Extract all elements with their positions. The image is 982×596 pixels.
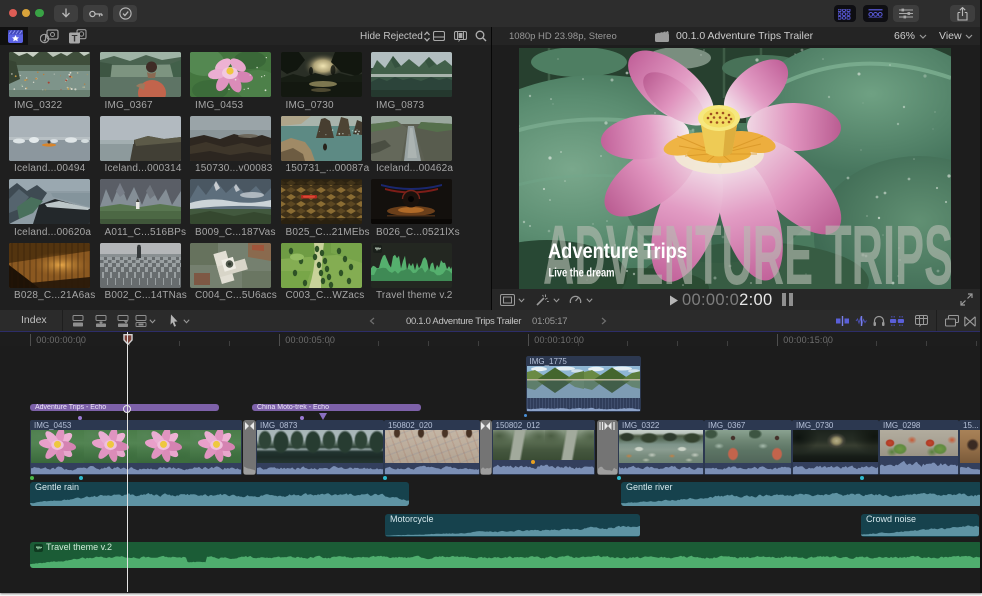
svg-text:Live the dream: Live the dream — [549, 266, 615, 280]
svg-text:Adventure Trips: Adventure Trips — [548, 239, 687, 263]
svg-text:T: T — [72, 33, 78, 44]
